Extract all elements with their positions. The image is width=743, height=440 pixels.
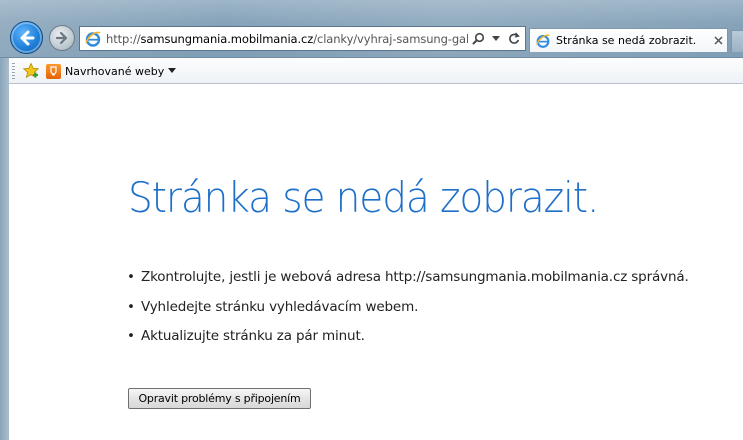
forward-button[interactable] — [49, 25, 75, 51]
tab-active[interactable]: Stránka se nedá zobrazit. — [529, 28, 728, 52]
bullet: • — [127, 298, 135, 315]
close-icon — [713, 36, 723, 45]
tab-close-button[interactable] — [710, 33, 726, 49]
add-favorites-button[interactable] — [21, 61, 41, 81]
chevron-down-icon — [492, 35, 500, 41]
list-item: • Zkontrolujte, jestli je webová adresa h… — [127, 267, 689, 297]
url-path: /clanky/vyhraj-samsung-galaxy — [313, 31, 468, 46]
add-favorites-star-icon — [22, 62, 40, 79]
suggested-sites-label: Navrhované weby — [65, 64, 165, 78]
toolbar-grip[interactable] — [12, 63, 15, 79]
arrow-right-icon — [55, 31, 68, 45]
ie-page-icon — [536, 33, 550, 48]
arrow-left-icon — [20, 30, 34, 45]
list-item: • Vyhledejte stránku vyhledávacím webem. — [127, 297, 689, 327]
suggestion-list: • Zkontrolujte, jestli je webová adresa h… — [127, 267, 689, 356]
fix-connection-problems-button[interactable]: Opravit problémy s připojením — [128, 388, 311, 409]
new-tab-button[interactable] — [731, 30, 743, 52]
ie-page-icon — [85, 31, 101, 47]
window-frame-edge — [0, 58, 9, 440]
page-content: Stránka se nedá zobrazit. • Zkontrolujte,… — [9, 85, 743, 440]
search-button[interactable] — [470, 30, 486, 48]
page-title: Stránka se nedá zobrazit. — [128, 173, 599, 222]
list-item-text: Zkontrolujte, jestli je webová adresa ht… — [141, 269, 689, 285]
bullet: • — [127, 328, 135, 344]
address-url[interactable]: http://samsungmania.mobilmania.cz/clanky… — [106, 32, 468, 46]
list-item: • Aktualizujte stránku za pár minut. — [127, 326, 689, 356]
suggested-sites-button[interactable]: Navrhované weby — [46, 61, 177, 81]
tab-label: Stránka se nedá zobrazit. — [556, 34, 697, 47]
address-dropdown-button[interactable] — [488, 30, 504, 48]
list-item-text: Vyhledejte stránku vyhledávacím webem. — [141, 298, 419, 315]
back-button[interactable] — [10, 21, 43, 54]
refresh-icon — [509, 32, 520, 44]
url-domain: samsungmania.mobilmania.cz — [140, 31, 314, 46]
search-icon — [472, 32, 484, 45]
url-prefix: http:// — [106, 31, 141, 46]
bullet: • — [127, 269, 135, 285]
refresh-button[interactable] — [506, 30, 522, 48]
chevron-down-icon — [168, 68, 177, 73]
list-item-text: Aktualizujte stránku za pár minut. — [141, 328, 365, 344]
suggested-sites-icon — [46, 63, 61, 79]
address-bar[interactable]: http://samsungmania.mobilmania.cz/clanky… — [79, 26, 526, 51]
